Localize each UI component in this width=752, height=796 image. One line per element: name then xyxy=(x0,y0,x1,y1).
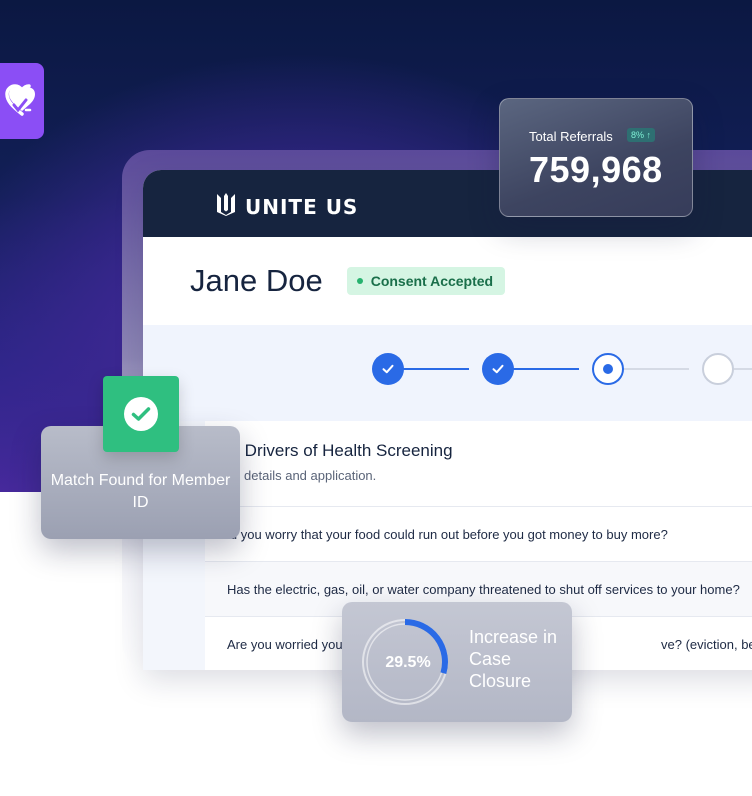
question-row[interactable]: id you worry that your food could run ou… xyxy=(205,506,752,562)
step-2[interactable] xyxy=(482,353,514,385)
case-closure-card: 29.5% Increase in Case Closure xyxy=(342,602,572,722)
step-1[interactable] xyxy=(372,353,404,385)
closure-label: Increase in Case Closure xyxy=(469,627,558,691)
app-window: UNITE US Jane Doe Consent Accepted ocial… xyxy=(143,170,752,670)
match-found-text: Match Found for Member ID xyxy=(50,472,231,511)
referrals-change-badge: 8% ↑ xyxy=(627,128,656,142)
person-name: Jane Doe xyxy=(190,263,323,298)
question-text-continued: ve? (eviction, being kicked out, xyxy=(661,637,752,652)
question-text: Are you worried you xyxy=(227,637,343,652)
closure-value: 29.5% xyxy=(385,654,431,671)
status-dot-icon xyxy=(356,278,363,284)
referrals-label: Total Referrals xyxy=(529,129,613,144)
person-row: Jane Doe Consent Accepted xyxy=(143,237,752,325)
check-icon xyxy=(492,364,504,374)
check-circle-icon xyxy=(124,397,158,431)
referrals-value: 759,968 xyxy=(529,149,663,190)
stepper-line xyxy=(734,368,752,370)
check-icon xyxy=(382,364,394,374)
consent-status-label: Consent Accepted xyxy=(370,273,494,289)
heart-check-badge xyxy=(0,63,44,139)
check-tile xyxy=(103,376,179,452)
total-referrals-card: Total Referrals 8% ↑ 759,968 xyxy=(499,98,693,217)
question-text: id you worry that your food could run ou… xyxy=(227,527,668,542)
step-4[interactable] xyxy=(702,353,734,385)
section-title: ocial Drivers of Health Screening xyxy=(205,441,453,460)
active-step-dot xyxy=(603,364,613,374)
consent-status-badge: Consent Accepted xyxy=(346,267,506,295)
question-text: Has the electric, gas, oil, or water com… xyxy=(227,582,740,597)
unite-us-logo-icon xyxy=(217,192,235,216)
step-3[interactable] xyxy=(592,353,624,385)
progress-stepper xyxy=(143,325,752,421)
brand-name: UNITE US xyxy=(245,194,359,219)
heart-check-icon xyxy=(5,84,35,116)
